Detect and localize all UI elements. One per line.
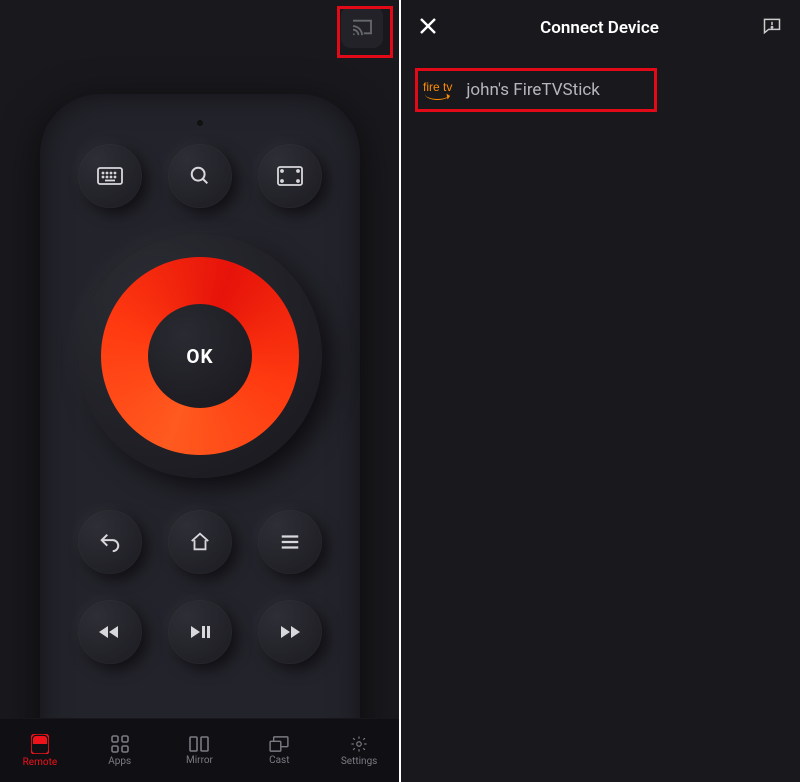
tab-bar: Remote Apps Mirror Cast	[0, 718, 399, 782]
rewind-button[interactable]	[78, 600, 142, 664]
mirror-tab-icon	[189, 736, 209, 752]
dpad-outer[interactable]: OK	[78, 234, 322, 478]
close-icon	[419, 17, 437, 35]
dpad[interactable]: OK	[78, 234, 322, 478]
tab-label: Cast	[269, 755, 289, 766]
dpad-ring[interactable]: OK	[101, 257, 299, 455]
connect-device-screen: Connect Device fire tv john's FireTVStic…	[400, 0, 800, 782]
play-pause-button[interactable]	[168, 600, 232, 664]
tab-remote[interactable]: Remote	[0, 719, 80, 782]
firetv-logo-text: fire tv	[423, 80, 452, 94]
keyboard-icon	[97, 167, 123, 185]
cast-icon	[351, 18, 373, 36]
home-button[interactable]	[168, 510, 232, 574]
aspect-icon	[277, 166, 303, 186]
device-item[interactable]: fire tv john's FireTVStick	[401, 70, 800, 110]
connect-title: Connect Device	[540, 18, 659, 38]
settings-tab-icon	[350, 735, 368, 753]
ok-label: OK	[186, 345, 213, 368]
tab-label: Apps	[108, 756, 131, 767]
feedback-icon	[762, 16, 782, 36]
remote-screen: OK	[0, 0, 400, 782]
device-name: john's FireTVStick	[466, 80, 600, 100]
forward-icon	[278, 624, 302, 640]
rewind-icon	[98, 624, 122, 640]
ir-led	[197, 120, 203, 126]
transport-row	[40, 600, 360, 664]
tab-label: Settings	[341, 756, 378, 767]
aspect-button[interactable]	[258, 144, 322, 208]
top-button-row	[40, 144, 360, 208]
keyboard-button[interactable]	[78, 144, 142, 208]
tab-apps[interactable]: Apps	[80, 719, 160, 782]
apps-tab-icon	[111, 735, 129, 753]
firetv-logo-icon: fire tv	[423, 81, 452, 100]
mid-button-row	[40, 510, 360, 574]
back-button[interactable]	[78, 510, 142, 574]
menu-icon	[279, 533, 301, 551]
connect-header: Connect Device	[401, 0, 800, 56]
forward-button[interactable]	[258, 600, 322, 664]
remote-tab-icon	[31, 734, 49, 754]
cast-button[interactable]	[341, 6, 383, 48]
feedback-button[interactable]	[762, 16, 782, 40]
tab-mirror[interactable]: Mirror	[160, 719, 240, 782]
top-bar	[0, 0, 399, 54]
back-icon	[99, 531, 121, 553]
play-pause-icon	[189, 624, 211, 640]
tab-label: Mirror	[186, 755, 213, 766]
menu-button[interactable]	[258, 510, 322, 574]
cast-tab-icon	[269, 736, 289, 752]
home-icon	[189, 531, 211, 553]
search-button[interactable]	[168, 144, 232, 208]
close-button[interactable]	[419, 16, 437, 41]
tab-cast[interactable]: Cast	[239, 719, 319, 782]
search-icon	[189, 165, 211, 187]
tab-settings[interactable]: Settings	[319, 719, 399, 782]
tab-label: Remote	[23, 757, 58, 768]
ok-button[interactable]: OK	[148, 304, 252, 408]
remote-body: OK	[40, 94, 360, 782]
